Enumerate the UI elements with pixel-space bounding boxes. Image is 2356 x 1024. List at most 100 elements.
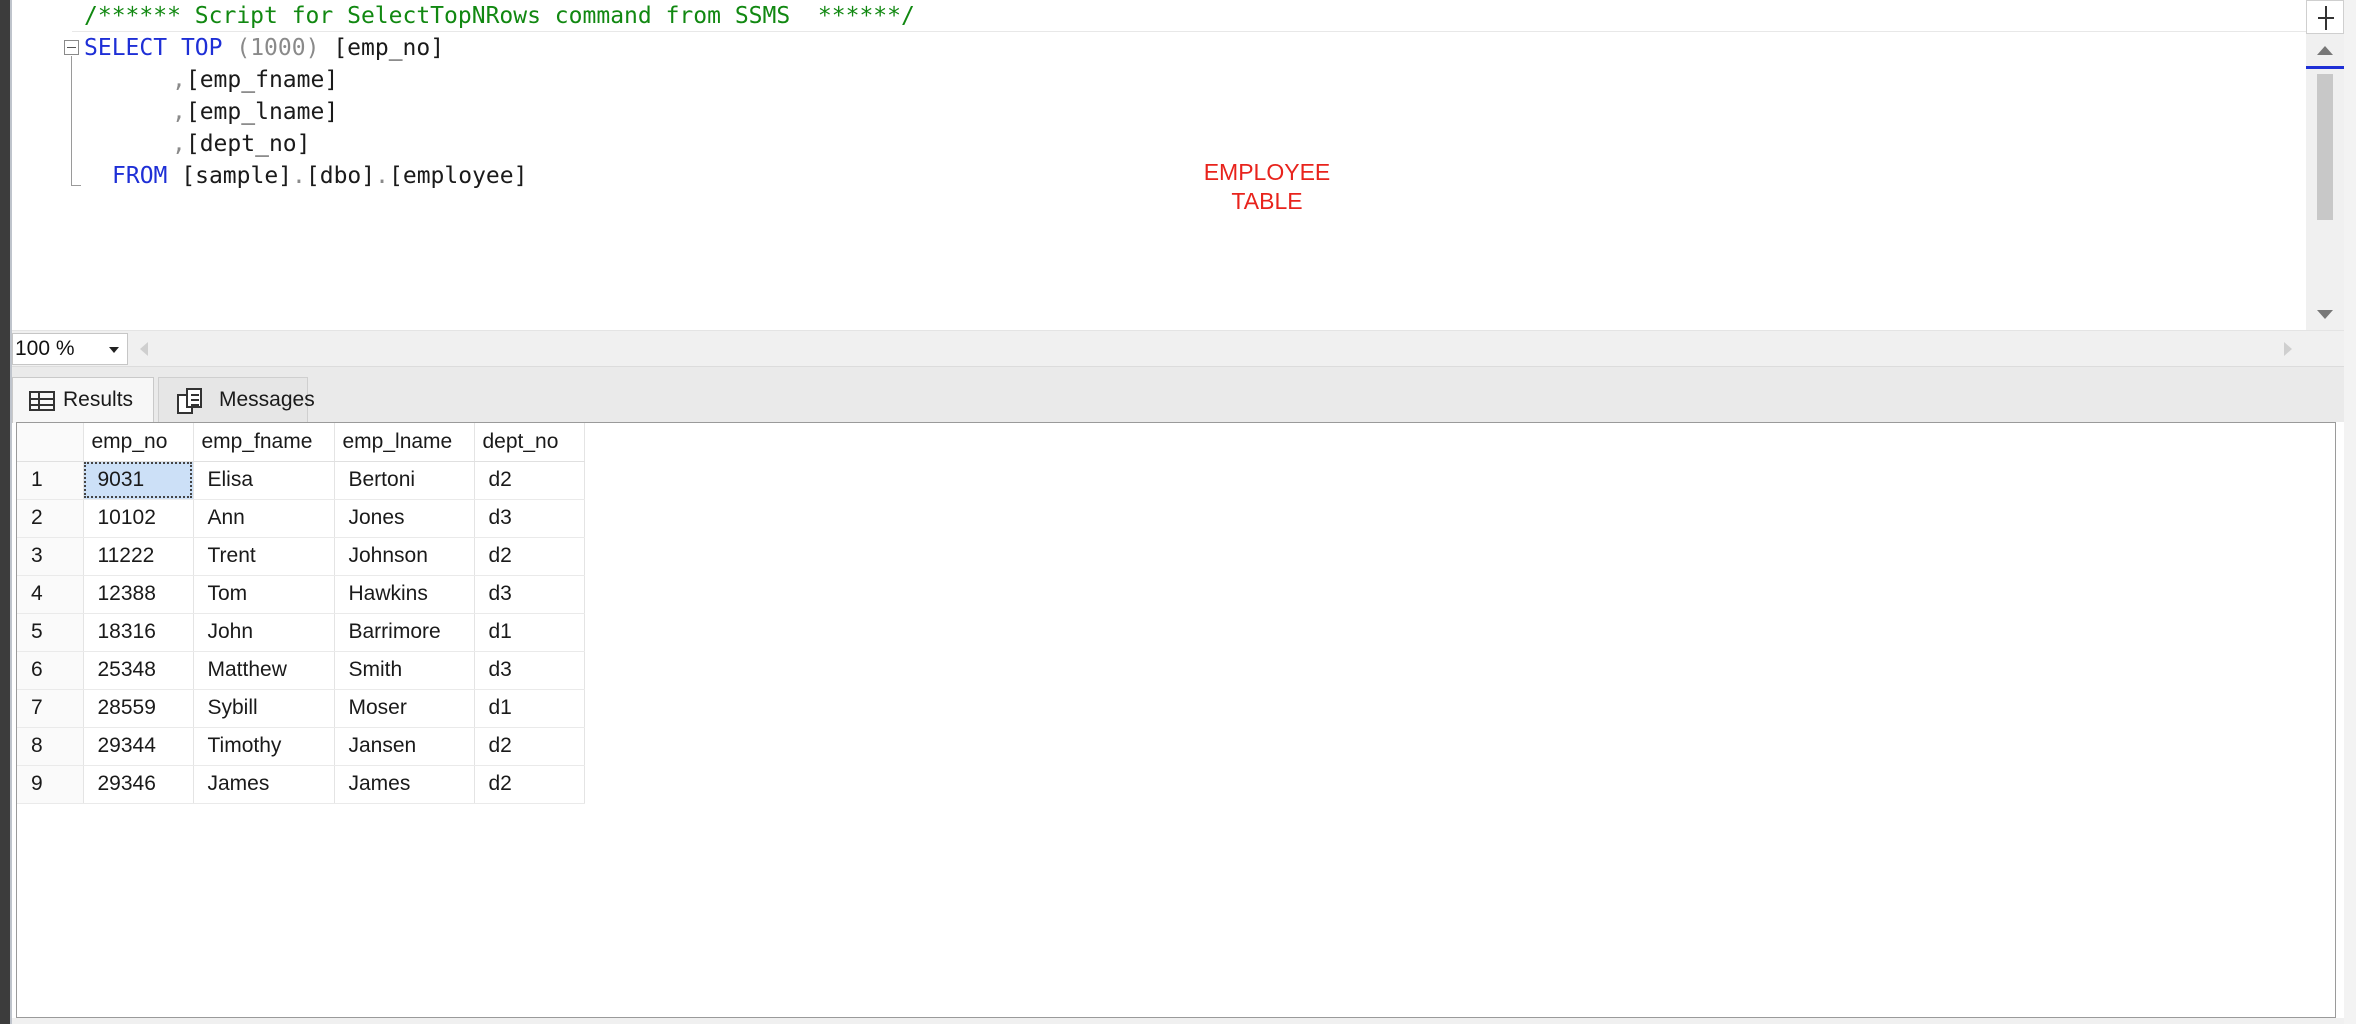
scroll-down-icon[interactable] (2317, 310, 2333, 319)
row-number[interactable]: 5 (17, 613, 84, 652)
tab-results-label: Results (63, 388, 134, 411)
table-row[interactable]: 2 10102 Ann Jones d3 (17, 499, 585, 538)
chevron-down-icon[interactable] (109, 347, 119, 353)
code-line-5: ,[dept_no] (172, 129, 310, 159)
grid-header-row: emp_no emp_fname emp_lname dept_no (17, 423, 585, 462)
row-number[interactable]: 8 (17, 727, 84, 766)
row-number[interactable]: 1 (17, 461, 84, 500)
scroll-left-icon[interactable] (140, 342, 148, 356)
annotation-label: EMPLOYEE TABLE (1172, 158, 1362, 216)
table-row[interactable]: 5 18316 John Barrimore d1 (17, 613, 585, 652)
table-row[interactable]: 4 12388 Tom Hawkins d3 (17, 575, 585, 614)
cell-emp-no[interactable]: 10102 (83, 499, 194, 538)
cell-dept-no[interactable]: d2 (474, 537, 585, 576)
cell-emp-fname[interactable]: Sybill (193, 689, 335, 728)
tab-results[interactable]: Results (12, 377, 154, 423)
column-emp-no: [emp_no] (333, 35, 445, 61)
cell-emp-no[interactable]: 25348 (83, 651, 194, 690)
cell-emp-no[interactable]: 11222 (83, 537, 194, 576)
scroll-right-icon[interactable] (2284, 342, 2292, 356)
cell-emp-no[interactable]: 18316 (83, 613, 194, 652)
keyword-top: TOP (180, 35, 223, 61)
cell-emp-fname[interactable]: Timothy (193, 727, 335, 766)
cell-emp-no[interactable]: 28559 (83, 689, 194, 728)
cell-emp-no[interactable]: 29346 (83, 765, 194, 804)
row-number[interactable]: 9 (17, 765, 84, 804)
table-row[interactable]: 3 11222 Trent Johnson d2 (17, 537, 585, 576)
column-header-emp-fname[interactable]: emp_fname (193, 423, 335, 462)
cell-dept-no[interactable]: d1 (474, 613, 585, 652)
window-right-edge (2344, 0, 2356, 1024)
results-grid[interactable]: emp_no emp_fname emp_lname dept_no 1 903… (17, 423, 585, 804)
window-left-border (0, 0, 10, 1024)
cell-dept-no[interactable]: d2 (474, 765, 585, 804)
cell-emp-fname[interactable]: Trent (193, 537, 335, 576)
code-line-6: FROM [sample].[dbo].[employee] (112, 161, 527, 191)
code-line-2: SELECT TOP (1000) [emp_no] (84, 33, 444, 63)
code-line-1: /****** Script for SelectTopNRows comman… (84, 1, 915, 31)
column-emp-fname: [emp_fname] (185, 67, 339, 93)
table-row[interactable]: 8 29344 Timothy Jansen d2 (17, 727, 585, 766)
cell-dept-no[interactable]: d3 (474, 499, 585, 538)
cell-emp-lname[interactable]: Bertoni (334, 461, 475, 500)
column-header-emp-lname[interactable]: emp_lname (334, 423, 475, 462)
collapse-toggle-icon[interactable] (64, 40, 79, 55)
comma: , (172, 131, 186, 157)
table-row[interactable]: 7 28559 Sybill Moser d1 (17, 689, 585, 728)
cell-emp-fname[interactable]: John (193, 613, 335, 652)
cell-emp-lname[interactable]: Jones (334, 499, 475, 538)
cell-dept-no[interactable]: d3 (474, 575, 585, 614)
row-number[interactable]: 2 (17, 499, 84, 538)
cell-dept-no[interactable]: d2 (474, 727, 585, 766)
cell-emp-lname[interactable]: Barrimore (334, 613, 475, 652)
row-header-corner[interactable] (17, 423, 84, 462)
column-header-emp-no[interactable]: emp_no (83, 423, 194, 462)
comment-text: /****** Script for SelectTopNRows comman… (84, 3, 915, 29)
cell-emp-fname[interactable]: Elisa (193, 461, 335, 500)
cell-emp-no[interactable]: 29344 (83, 727, 194, 766)
cell-emp-no[interactable]: 12388 (83, 575, 194, 614)
editor-vertical-scrollbar[interactable] (2306, 0, 2344, 330)
comma: , (172, 99, 186, 125)
cell-emp-no[interactable]: 9031 (83, 461, 194, 500)
split-button[interactable] (2306, 0, 2344, 34)
cell-dept-no[interactable]: d2 (474, 461, 585, 500)
cell-emp-lname[interactable]: Johnson (334, 537, 475, 576)
annotation-line-2: TABLE (1231, 188, 1303, 214)
column-dept-no: [dept_no] (185, 131, 311, 157)
cell-emp-fname[interactable]: Tom (193, 575, 335, 614)
row-number[interactable]: 6 (17, 651, 84, 690)
cell-dept-no[interactable]: d3 (474, 651, 585, 690)
table-row[interactable]: 9 29346 James James d2 (17, 765, 585, 804)
messages-icon (177, 388, 205, 414)
table-row[interactable]: 6 25348 Matthew Smith d3 (17, 651, 585, 690)
row-number[interactable]: 3 (17, 537, 84, 576)
cell-emp-fname[interactable]: Matthew (193, 651, 335, 690)
column-header-dept-no[interactable]: dept_no (474, 423, 585, 462)
table-row[interactable]: 1 9031 Elisa Bertoni d2 (17, 461, 585, 500)
cell-emp-fname[interactable]: Ann (193, 499, 335, 538)
dot: . (375, 163, 389, 189)
row-number[interactable]: 7 (17, 689, 84, 728)
row-number[interactable]: 4 (17, 575, 84, 614)
annotation-line-1: EMPLOYEE (1203, 159, 1331, 185)
cell-dept-no[interactable]: d1 (474, 689, 585, 728)
fold-guide-end (71, 185, 81, 186)
cell-emp-fname[interactable]: James (193, 765, 335, 804)
zoom-select[interactable]: 100 % (12, 333, 128, 365)
fold-guide (71, 56, 72, 186)
cell-emp-lname[interactable]: Jansen (334, 727, 475, 766)
code-line-3: ,[emp_fname] (172, 65, 338, 95)
query-editor[interactable]: /****** Script for SelectTopNRows comman… (12, 0, 2306, 330)
dot: . (292, 163, 306, 189)
comma: , (172, 67, 186, 93)
scrollbar-thumb[interactable] (2317, 74, 2333, 220)
scroll-up-icon[interactable] (2317, 46, 2333, 55)
cell-emp-lname[interactable]: James (334, 765, 475, 804)
results-pane[interactable]: emp_no emp_fname emp_lname dept_no 1 903… (16, 422, 2336, 1018)
tab-messages[interactable]: Messages (158, 377, 315, 423)
results-tab-strip: Results Messages (12, 366, 2344, 423)
cell-emp-lname[interactable]: Hawkins (334, 575, 475, 614)
cell-emp-lname[interactable]: Moser (334, 689, 475, 728)
cell-emp-lname[interactable]: Smith (334, 651, 475, 690)
